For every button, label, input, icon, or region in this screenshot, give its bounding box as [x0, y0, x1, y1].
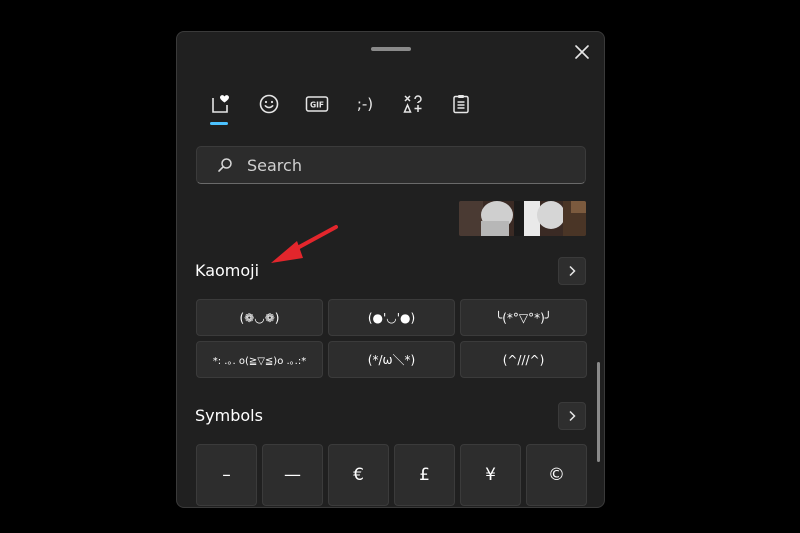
scrollbar-thumb[interactable]	[597, 362, 600, 462]
gif-thumbnail[interactable]	[459, 201, 586, 236]
active-tab-indicator	[210, 122, 228, 125]
symbols-icon	[403, 95, 422, 113]
symbol-item[interactable]: ¥	[460, 444, 521, 506]
kaomoji-section-title: Kaomoji	[195, 261, 260, 280]
drag-handle[interactable]	[371, 47, 411, 51]
chevron-right-icon	[569, 265, 576, 277]
symbol-item[interactable]: £	[394, 444, 455, 506]
kaomoji-item[interactable]: (^///^)	[460, 341, 587, 378]
symbol-item[interactable]: —	[262, 444, 323, 506]
clipboard-icon	[453, 95, 469, 114]
close-icon	[575, 45, 589, 59]
chevron-right-icon	[569, 410, 576, 422]
close-button[interactable]	[570, 40, 594, 64]
search-placeholder: Search	[247, 155, 302, 175]
gif-label: GIF	[310, 101, 324, 110]
kaomoji-item[interactable]: ╰(*°▽°*)╯	[460, 299, 587, 336]
tab-symbols[interactable]	[397, 88, 429, 120]
kaomoji-item[interactable]: (*/ω＼*)	[328, 341, 455, 378]
tab-clipboard[interactable]	[445, 88, 477, 120]
tab-recently-used[interactable]	[205, 88, 237, 120]
search-input[interactable]: Search	[196, 146, 586, 184]
kaomoji-item[interactable]: (●'◡'●)	[328, 299, 455, 336]
symbols-section-title: Symbols	[195, 406, 263, 425]
symbols-expand-button[interactable]	[558, 402, 586, 430]
symbol-item[interactable]: €	[328, 444, 389, 506]
tab-emoji[interactable]	[253, 88, 285, 120]
kaomoji-item[interactable]: *: .｡. o(≧▽≦)o .｡.:*	[196, 341, 323, 378]
heart-note-icon	[212, 95, 230, 113]
symbol-item[interactable]: ©	[526, 444, 587, 506]
search-icon	[217, 157, 233, 173]
symbol-item[interactable]: –	[196, 444, 257, 506]
tab-gif[interactable]: GIF	[301, 88, 333, 120]
kaomoji-item[interactable]: (❁◡❁)	[196, 299, 323, 336]
smiley-icon	[259, 94, 279, 114]
tab-kaomoji[interactable]: ;-)	[349, 88, 381, 120]
gif-icon: GIF	[305, 96, 329, 112]
kaomoji-icon: ;-)	[356, 95, 374, 113]
kaomoji-expand-button[interactable]	[558, 257, 586, 285]
emoji-panel: GIF ;-) Search Kaomoji (❁◡❁) (●'◡'●) ╰(*…	[176, 31, 605, 508]
